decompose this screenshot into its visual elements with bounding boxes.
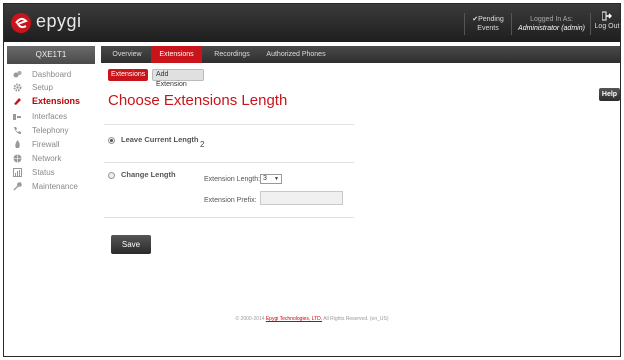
subtab-extensions[interactable]: Extensions: [108, 69, 148, 81]
events-label: Events: [477, 25, 499, 32]
change-length-radio[interactable]: [108, 172, 115, 179]
leave-current-length-radio[interactable]: [108, 137, 115, 144]
sidebar-item-label: Maintenance: [32, 182, 78, 191]
phone-icon: [14, 127, 21, 134]
globe-icon: [13, 154, 22, 163]
sidebar-item-dashboard[interactable]: Dashboard: [10, 68, 96, 81]
help-button[interactable]: Help: [599, 88, 620, 101]
logged-in-user: Administrator (admin): [518, 25, 585, 32]
divider: [104, 124, 354, 125]
sidebar-item-setup[interactable]: Setup: [10, 81, 96, 94]
sidebar-item-firewall[interactable]: Firewall: [10, 138, 96, 151]
sidebar-item-telephony[interactable]: Telephony: [10, 124, 96, 137]
gear-icon: [13, 83, 22, 92]
extension-prefix-input[interactable]: [260, 191, 343, 205]
logout-label: Log Out: [594, 23, 620, 30]
sidebar-item-label: Extensions: [32, 96, 81, 106]
sidebar-item-label: Dashboard: [32, 70, 72, 79]
extension-prefix-label: Extension Prefix:: [204, 197, 257, 204]
sidebar-item-label: Network: [32, 154, 62, 163]
dashboard-icon: [13, 71, 22, 78]
logout-button[interactable]: Log Out: [592, 10, 620, 36]
save-button[interactable]: Save: [111, 235, 151, 254]
sidebar-item-interfaces[interactable]: Interfaces: [10, 110, 96, 123]
top-bar: epygi ✔Pending Events Logged In As: Admi…: [4, 4, 620, 42]
sidebar-item-network[interactable]: Network: [10, 152, 96, 165]
change-length-label: Change Length: [121, 170, 176, 179]
extension-length-label: Extension Length:: [204, 176, 261, 183]
brand-name: epygi: [36, 11, 82, 31]
footer: © 2000-2014 Epygi Technologies, LTD. All…: [4, 316, 620, 322]
app-frame: epygi ✔Pending Events Logged In As: Admi…: [3, 3, 621, 357]
device-name: QXE1T1: [7, 46, 95, 64]
epygi-logo-icon: [11, 13, 31, 33]
page-title: Choose Extensions Length: [108, 92, 288, 109]
sidebar-item-label: Firewall: [32, 140, 60, 149]
logout-icon: [602, 11, 612, 21]
subtab-add-extension[interactable]: Add Extension: [152, 69, 204, 88]
sidebar: QXE1T1 Dashboard Setup Extensions Interf…: [4, 46, 99, 266]
footer-company-link[interactable]: Epygi Technologies, LTD.: [266, 316, 322, 322]
logged-in-label: Logged In As:: [530, 16, 573, 23]
firewall-icon: [15, 140, 20, 148]
main-tabs: Overview Extensions Recordings Authorize…: [101, 46, 620, 63]
tab-overview[interactable]: Overview: [107, 46, 147, 63]
interfaces-icon: [13, 114, 21, 120]
logo: epygi: [10, 11, 130, 35]
tab-authorized-phones[interactable]: Authorized Phones: [261, 46, 331, 63]
status-icon: [13, 168, 22, 177]
footer-copyright: © 2000-2014: [235, 316, 266, 322]
leave-current-length-label: Leave Current Length: [121, 135, 199, 144]
divider: [104, 162, 354, 163]
sidebar-item-status[interactable]: Status: [10, 166, 96, 179]
sidebar-item-maintenance[interactable]: Maintenance: [10, 180, 96, 193]
chevron-down-icon: ▼: [274, 176, 279, 182]
tab-recordings[interactable]: Recordings: [207, 46, 257, 63]
tab-extensions[interactable]: Extensions: [151, 46, 202, 63]
sidebar-item-label: Setup: [32, 83, 53, 92]
sidebar-item-label: Interfaces: [32, 112, 68, 121]
extensions-icon: [14, 98, 21, 105]
sidebar-item-extensions[interactable]: Extensions: [10, 95, 96, 108]
extension-length-value: 3: [263, 175, 267, 182]
footer-rights: All Rights Reserved. (en_US): [322, 316, 389, 322]
wrench-icon: [13, 182, 22, 191]
current-length-value: 2: [200, 140, 205, 149]
sidebar-item-label: Status: [32, 168, 55, 177]
sidebar-item-label: Telephony: [32, 126, 69, 135]
divider: [104, 217, 354, 218]
extension-length-select[interactable]: 3 ▼: [260, 174, 282, 184]
logged-in-info: Logged In As: Administrator (admin): [513, 13, 591, 35]
pending-label: ✔Pending: [472, 16, 504, 23]
pending-events-button[interactable]: ✔Pending Events: [464, 13, 512, 35]
